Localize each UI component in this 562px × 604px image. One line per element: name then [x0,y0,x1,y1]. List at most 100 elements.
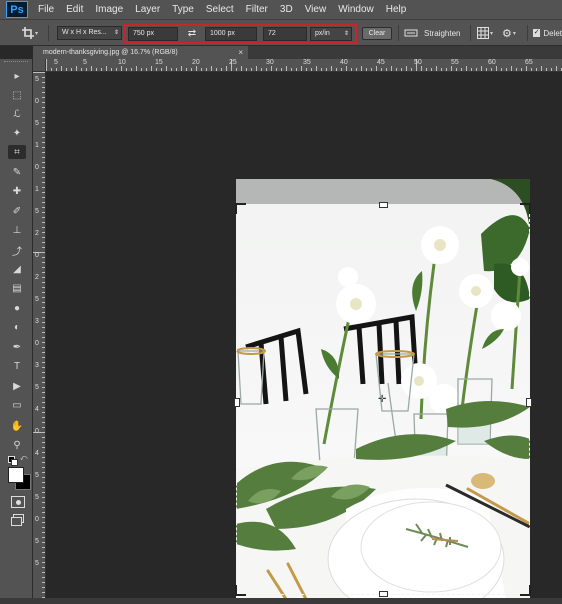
ruler-tick [526,66,527,71]
move-tool-icon[interactable]: ▸ [8,69,26,83]
ruler-tick [486,68,487,71]
menu-layer[interactable]: Layer [135,4,160,15]
menu-edit[interactable]: Edit [66,4,83,15]
lasso-tool-icon[interactable]: ℒ [8,107,26,121]
overlay-options-button[interactable]: ▾ [477,26,497,40]
type-tool-icon[interactable]: T [8,359,26,373]
ruler-tick [206,68,207,71]
ratio-preset-select[interactable]: W x H x Res... ⇕ [57,26,122,40]
ruler-tick [42,312,45,313]
path-selection-tool-icon[interactable]: ▶ [8,379,26,393]
clear-button[interactable]: Clear [362,27,392,40]
history-brush-tool-icon[interactable]: ⤴ [8,243,26,258]
crop-tool-preset-button[interactable]: ▾ [22,25,42,41]
width-field[interactable]: 750 px [128,27,178,41]
tool-glyph: ▸ [14,70,20,82]
default-colors-icon[interactable] [8,456,18,466]
document-tab[interactable]: modern-thanksgiving.jpg @ 16.7% (RGB/8) … [33,46,248,59]
crop-handle-top[interactable] [379,202,388,208]
ruler-tick [521,68,522,71]
ruler-label: 20 [192,59,200,66]
dodge-tool-icon[interactable]: ◐ [8,320,26,334]
ruler-tick [42,452,45,453]
menu-file[interactable]: File [38,4,54,15]
menu-bar: Ps File Edit Image Layer Type Select Fil… [0,0,562,19]
crop-handle-bottom[interactable] [379,591,388,597]
menu-type[interactable]: Type [172,4,194,15]
magic-wand-tool-icon[interactable]: ✦ [8,126,26,140]
tool-glyph: ✐ [12,205,22,217]
resolution-value: 72 [268,30,276,37]
ruler-tick [121,66,122,71]
crop-tool-icon[interactable]: ⌗ [8,145,26,159]
ruler-tick [42,282,45,283]
menu-select[interactable]: Select [206,4,234,15]
ruler-tick [456,68,457,71]
ruler-tick [126,68,127,71]
ruler-tick [42,82,45,83]
crop-handle-left[interactable] [234,398,240,407]
menu-view[interactable]: View [305,4,327,15]
height-field[interactable]: 1000 px [205,27,257,41]
crop-corner-bottom-right[interactable] [520,585,531,596]
hand-tool-icon[interactable]: ✋ [8,419,26,433]
quick-mask-icon[interactable] [11,496,25,508]
eraser-tool-icon[interactable]: ◢ [8,262,26,276]
menu-3d[interactable]: 3D [280,4,293,15]
chevron-down-icon: ▾ [490,30,494,37]
crop-corner-top-right[interactable] [520,203,531,214]
horizontal-ruler[interactable]: 5 5 10 15 20 25 30 35 40 45 50 55 60 65 [46,59,562,72]
menu-image[interactable]: Image [95,4,123,15]
ruler-origin[interactable] [33,59,46,72]
menu-window[interactable]: Window [338,4,374,15]
vertical-ruler[interactable]: 50510152025303540455055 [33,72,46,604]
ruler-label: 35 [303,59,311,66]
ruler-tick [42,422,45,423]
rectangle-tool-icon[interactable]: ▭ [8,398,26,412]
crop-handle-right[interactable] [526,398,532,407]
ruler-tick [42,257,45,258]
ruler-tick [421,66,422,71]
ruler-tick [42,297,45,298]
ruler-tick [461,68,462,71]
grid-overlay-icon [477,27,489,39]
screen-mode-icon[interactable] [11,514,24,526]
healing-brush-tool-icon[interactable]: ✚ [8,184,26,198]
crop-corner-top-left[interactable] [235,203,246,214]
crop-icon [22,27,34,39]
straighten-button[interactable]: Straighten [404,26,464,40]
menu-help[interactable]: Help [386,4,407,15]
brush-tool-icon[interactable]: ✐ [8,204,26,218]
resolution-unit-select[interactable]: px/in ⇕ [310,27,352,41]
zoom-tool-icon[interactable]: ⚲ [8,438,26,452]
gradient-tool-icon[interactable]: ▤ [8,281,26,295]
marquee-tool-icon[interactable]: ⬚ [8,88,26,102]
swap-dimensions-button[interactable]: ⇄ [185,26,199,40]
ruler-tick [266,68,267,71]
ruler-tick [42,272,45,273]
checkbox-checked-icon: ✓ [533,29,541,37]
ruler-tick [42,437,45,438]
blur-tool-icon[interactable]: ● [8,301,26,315]
crop-corner-bottom-left[interactable] [235,585,246,596]
pen-tool-icon[interactable]: ✒ [8,340,26,354]
close-icon[interactable]: × [238,46,243,59]
ruler-tick [42,357,45,358]
ruler-label: 5 [35,120,39,127]
ruler-label: 3 [35,362,39,369]
ruler-label: 50 [414,59,422,66]
resolution-field[interactable]: 72 [263,27,307,41]
ruler-label: 4 [35,406,39,413]
ruler-tick [42,182,45,183]
eyedropper-tool-icon[interactable]: ✎ [8,165,26,179]
ruler-tick [42,197,45,198]
menu-filter[interactable]: Filter [246,4,268,15]
ruler-tick [42,227,45,228]
delete-cropped-pixels-checkbox[interactable]: ✓ Delet [533,26,562,40]
ruler-tick [42,87,45,88]
clone-stamp-tool-icon[interactable]: ⊥ [8,223,26,237]
crop-settings-button[interactable]: ⚙ ▾ [502,26,522,40]
swap-colors-icon[interactable]: ⤺ [20,455,27,463]
foreground-color-swatch[interactable] [8,467,24,483]
panel-grip[interactable] [4,61,28,66]
